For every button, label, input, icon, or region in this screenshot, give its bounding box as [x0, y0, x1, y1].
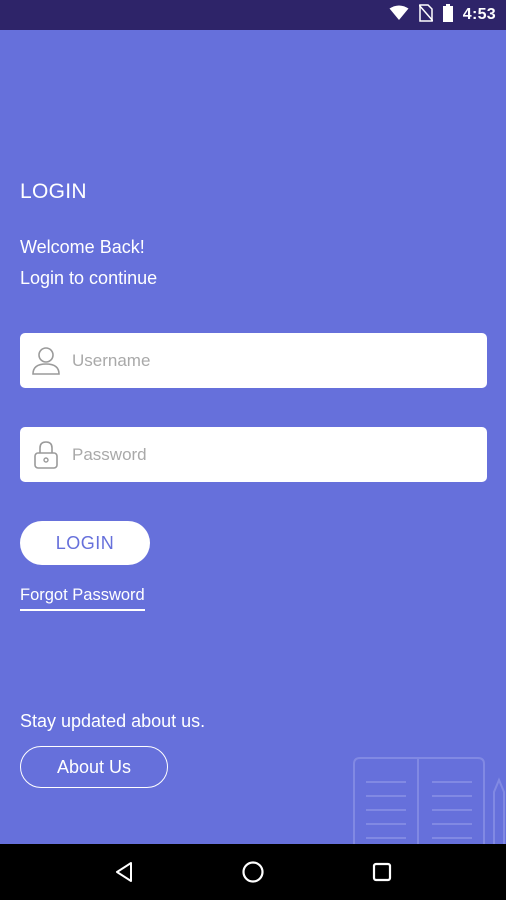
- battery-icon: [442, 3, 453, 27]
- forgot-password-link[interactable]: Forgot Password: [20, 586, 145, 611]
- lock-icon: [20, 427, 72, 482]
- no-sim-icon: [418, 3, 434, 27]
- recents-icon[interactable]: [357, 847, 407, 897]
- subtitle-text: Login to continue: [20, 268, 158, 288]
- status-icons: 4:53: [389, 0, 496, 30]
- login-screen: LOGIN Welcome Back! Login to continue LO…: [0, 30, 506, 844]
- back-icon[interactable]: [99, 847, 149, 897]
- wifi-icon: [389, 5, 409, 26]
- stay-updated-text: Stay updated about us.: [20, 711, 206, 731]
- password-field[interactable]: [20, 427, 487, 482]
- home-icon[interactable]: [228, 847, 278, 897]
- status-time: 4:53: [462, 6, 496, 23]
- navigation-bar: [0, 844, 506, 900]
- about-us-button[interactable]: About Us: [20, 746, 168, 788]
- user-icon: [20, 333, 72, 388]
- status-bar: 4:53: [0, 0, 506, 30]
- password-input[interactable]: [72, 434, 487, 475]
- page-title: LOGIN: [20, 180, 87, 203]
- username-field[interactable]: [20, 333, 487, 388]
- login-button[interactable]: LOGIN: [20, 521, 150, 565]
- welcome-text: Welcome Back!: [20, 237, 145, 257]
- username-input[interactable]: [72, 340, 487, 381]
- book-icon: [348, 752, 506, 844]
